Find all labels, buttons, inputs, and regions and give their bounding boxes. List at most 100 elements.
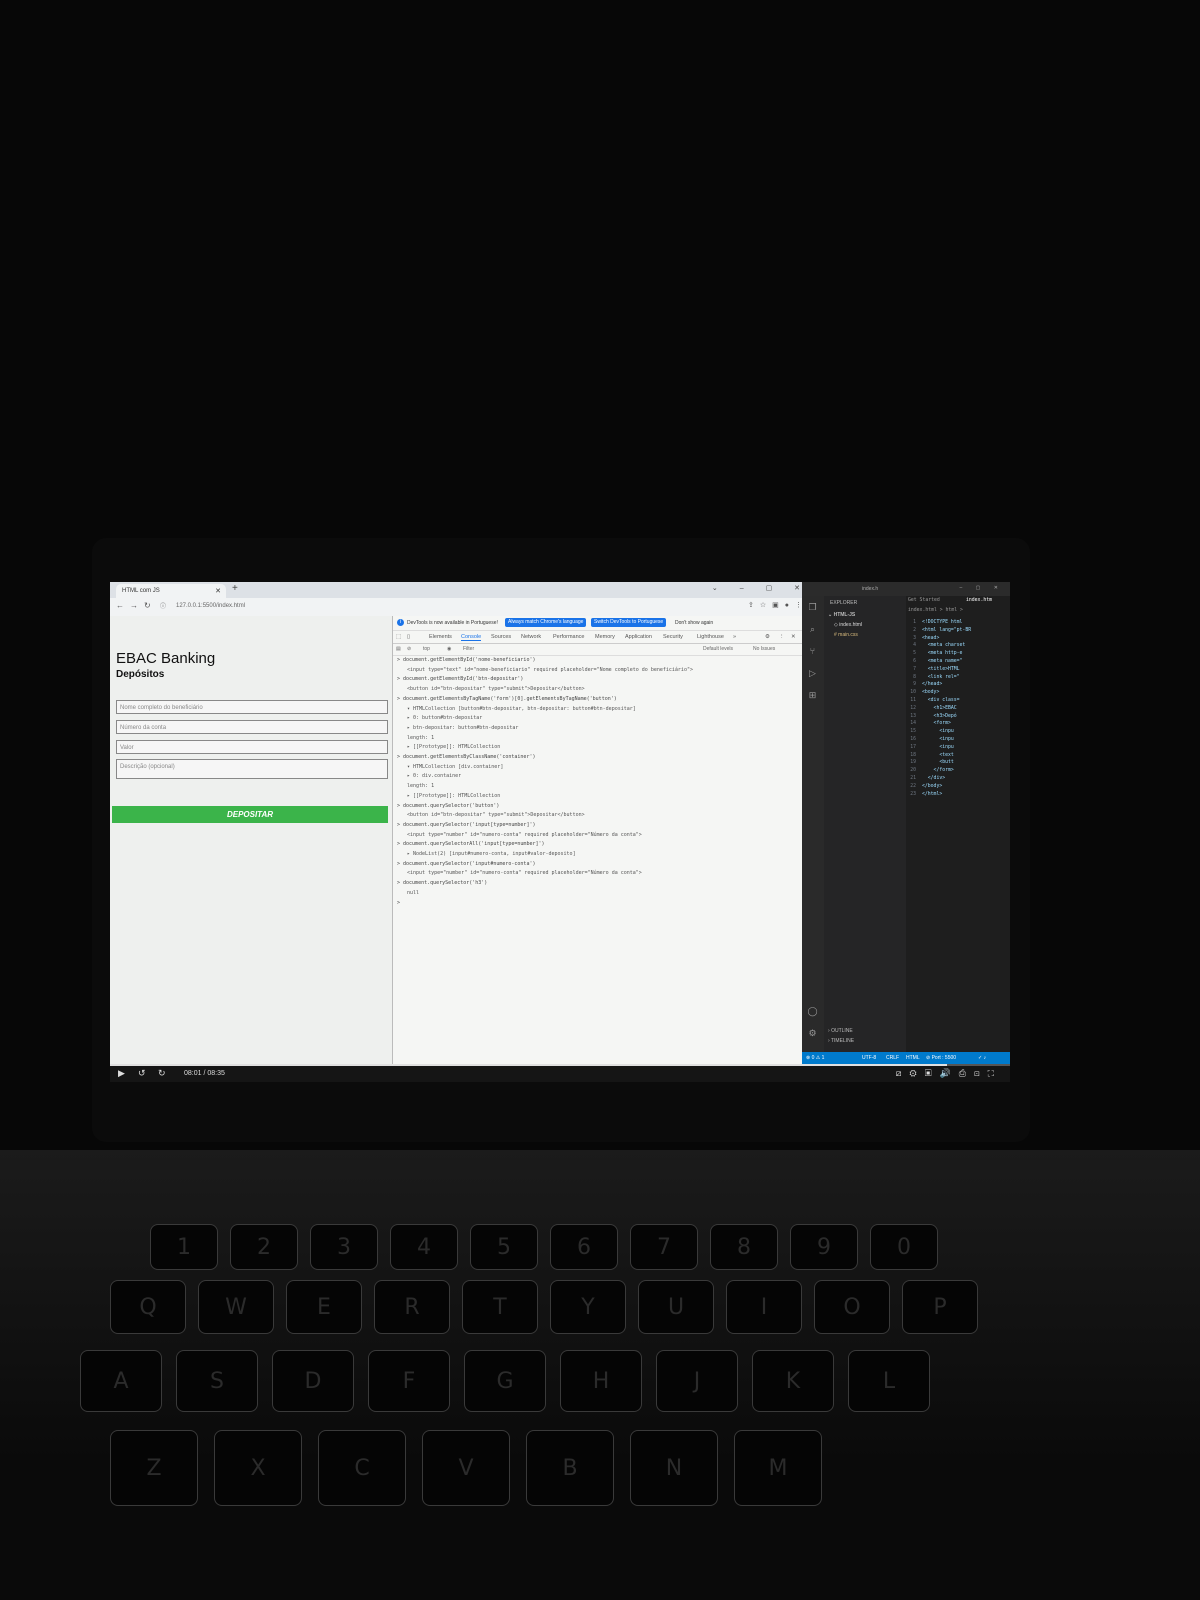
eol-indicator[interactable]: CRLF xyxy=(886,1052,899,1064)
match-language-button[interactable]: Always match Chrome's language xyxy=(505,618,587,627)
vscode-window: index.h – ▢ ✕ ❐ ⌕ ⑂ ▷ ⊞ ◯ ⚙ EXPLORER ⌄ H… xyxy=(802,582,1010,1064)
run-debug-icon[interactable]: ▷ xyxy=(807,668,818,679)
console-line: > document.getElementById('btn-depositar… xyxy=(397,676,524,683)
tab-console[interactable]: Console xyxy=(461,634,482,641)
omnibar: ← → ↻ ⓘ 127.0.0.1:5500/index.html ⇪☆▣●⋮ xyxy=(110,598,816,617)
language-indicator[interactable]: HTML xyxy=(906,1052,920,1064)
source-control-icon[interactable]: ⑂ xyxy=(807,646,818,657)
timeline-label: TIMELINE xyxy=(830,1038,855,1044)
timeline-section[interactable]: › TIMELINE xyxy=(828,1038,854,1044)
live-server-port[interactable]: ⊘ Port : 5500 xyxy=(926,1052,956,1064)
site-info-icon[interactable]: ⓘ xyxy=(160,601,166,610)
keyboard-key: 9 xyxy=(790,1224,858,1270)
browser-tab[interactable]: HTML com JS ✕ xyxy=(116,584,226,598)
player-right-icons[interactable]: ⧄⚙▣🔊⎙⊡⛶ xyxy=(896,1068,1002,1079)
description-textarea[interactable]: Descrição (opcional) xyxy=(116,759,388,779)
folder-name[interactable]: ⌄ HTML-JS xyxy=(828,612,855,618)
account-number-input[interactable]: Número da conta xyxy=(116,720,388,734)
console-line: > document.getElementsByClassName('conta… xyxy=(397,754,536,761)
keyboard-key: Z xyxy=(110,1430,198,1506)
sidebar-toggle-icon[interactable]: ▤ xyxy=(396,646,401,652)
log-levels-select[interactable]: Default levels xyxy=(703,646,733,652)
devtools-panel: i DevTools is now available in Portugues… xyxy=(392,616,817,1064)
keyboard-key: 4 xyxy=(390,1224,458,1270)
switch-language-button[interactable]: Switch DevTools to Portuguese xyxy=(591,618,667,627)
keyboard-key: X xyxy=(214,1430,302,1506)
explorer-icon[interactable]: ❐ xyxy=(807,602,818,613)
account-icon[interactable]: ◯ xyxy=(807,1006,818,1017)
tab-lighthouse[interactable]: Lighthouse xyxy=(697,634,724,640)
console-line: ▾ HTMLCollection [button#btn-depositar, … xyxy=(407,705,636,712)
encoding-indicator[interactable]: UTF-8 xyxy=(862,1052,876,1064)
editor-tab-get-started[interactable]: Get Started xyxy=(908,598,940,603)
more-options-icon[interactable]: ⋮ xyxy=(779,634,785,640)
extensions-icon[interactable]: ⊞ xyxy=(807,690,818,701)
console-line: ▸ 0: div.container xyxy=(407,773,462,780)
file-main-css[interactable]: # main.css xyxy=(834,632,858,638)
code-line: <div class= xyxy=(922,698,960,703)
tab-performance[interactable]: Performance xyxy=(553,634,585,640)
context-select[interactable]: top xyxy=(423,646,430,652)
tab-network[interactable]: Network xyxy=(521,634,541,640)
reload-icon[interactable]: ↻ xyxy=(144,601,151,610)
editor-tab-index[interactable]: index.htm xyxy=(966,598,992,603)
laptop-screen: HTML com JS ✕ + ⌄ – ▢ ✕ ← → ↻ ⓘ 127.0.0.… xyxy=(110,582,1010,1082)
console-output[interactable]: > document.getElementById('nome-benefici… xyxy=(397,656,813,908)
manage-gear-icon[interactable]: ⚙ xyxy=(807,1028,818,1039)
rewind-icon[interactable]: ↺ xyxy=(138,1068,146,1079)
code-line: <meta charset xyxy=(922,643,966,649)
deposit-button[interactable]: DEPOSITAR xyxy=(112,806,388,823)
line-number: 10 xyxy=(910,690,916,696)
search-icon[interactable]: ⌕ xyxy=(807,624,818,635)
line-number: 22 xyxy=(910,783,916,789)
toolbar-icons[interactable]: ⇪☆▣●⋮ xyxy=(748,601,808,609)
eye-icon[interactable]: ◉ xyxy=(447,646,451,652)
issues-badge[interactable]: No Issues xyxy=(753,646,775,652)
tab-security[interactable]: Security xyxy=(663,634,683,640)
code-editor[interactable]: Get Started index.htm index.html > html … xyxy=(906,596,1010,1052)
vscode-window-controls[interactable]: – ▢ ✕ xyxy=(960,585,1004,591)
beneficiary-name-input[interactable]: Nome completo do beneficiário xyxy=(116,700,388,714)
dont-show-again-button[interactable]: Don't show again xyxy=(675,620,713,626)
code-line: <form> xyxy=(922,721,951,727)
console-filter-input[interactable]: Filter xyxy=(463,646,474,652)
folder-label: HTML-JS xyxy=(833,612,856,618)
outline-section[interactable]: › OUTLINE xyxy=(828,1028,853,1034)
close-tab-icon[interactable]: ✕ xyxy=(215,587,221,595)
address-bar[interactable]: 127.0.0.1:5500/index.html xyxy=(170,601,676,612)
new-tab-icon[interactable]: + xyxy=(232,583,238,594)
line-number: 1 xyxy=(913,620,916,625)
inspect-icon[interactable]: ⬚ xyxy=(396,634,401,640)
window-controls[interactable]: ⌄ – ▢ ✕ xyxy=(712,584,810,592)
keyboard-key: I xyxy=(726,1280,802,1334)
close-devtools-icon[interactable]: ✕ xyxy=(791,634,796,640)
tab-sources[interactable]: Sources xyxy=(491,634,511,640)
keyboard-key: U xyxy=(638,1280,714,1334)
browser-tabbar: HTML com JS ✕ + ⌄ – ▢ ✕ xyxy=(110,582,816,598)
settings-gear-icon[interactable]: ⚙ xyxy=(765,634,770,640)
clear-console-icon[interactable]: ⊘ xyxy=(407,646,411,652)
more-tabs-icon[interactable]: » xyxy=(733,634,736,640)
back-icon[interactable]: ← xyxy=(116,601,124,610)
tab-memory[interactable]: Memory xyxy=(595,634,615,640)
problems-indicator[interactable]: ⊗ 0 ⚠ 1 xyxy=(806,1052,824,1064)
console-line: length: 1 xyxy=(407,734,435,741)
file-index-html[interactable]: ◇ index.html xyxy=(834,622,862,628)
feedback-icon[interactable]: ✓ ♪ xyxy=(978,1052,986,1064)
keyboard-key: 1 xyxy=(150,1224,218,1270)
line-number: 15 xyxy=(910,729,916,735)
console-line: length: 1 xyxy=(407,783,435,790)
keyboard-key: L xyxy=(848,1350,930,1412)
line-number: 2 xyxy=(913,627,916,633)
amount-input[interactable]: Valor xyxy=(116,740,388,754)
device-toggle-icon[interactable]: ▯ xyxy=(407,634,410,640)
video-progress-bar[interactable] xyxy=(110,1064,1010,1066)
tab-application[interactable]: Application xyxy=(625,634,652,640)
code-line: <h1>EBAC xyxy=(922,705,957,711)
tab-elements[interactable]: Elements xyxy=(429,634,452,640)
console-line: > document.getElementsByTagName('form')[… xyxy=(397,695,617,702)
play-icon[interactable]: ▶ xyxy=(118,1068,125,1079)
vscode-statusbar: ⊗ 0 ⚠ 1 UTF-8 CRLF HTML ⊘ Port : 5500 ✓ … xyxy=(802,1052,1010,1064)
forward-icon[interactable]: → xyxy=(130,601,138,610)
forward-icon[interactable]: ↻ xyxy=(158,1068,166,1079)
